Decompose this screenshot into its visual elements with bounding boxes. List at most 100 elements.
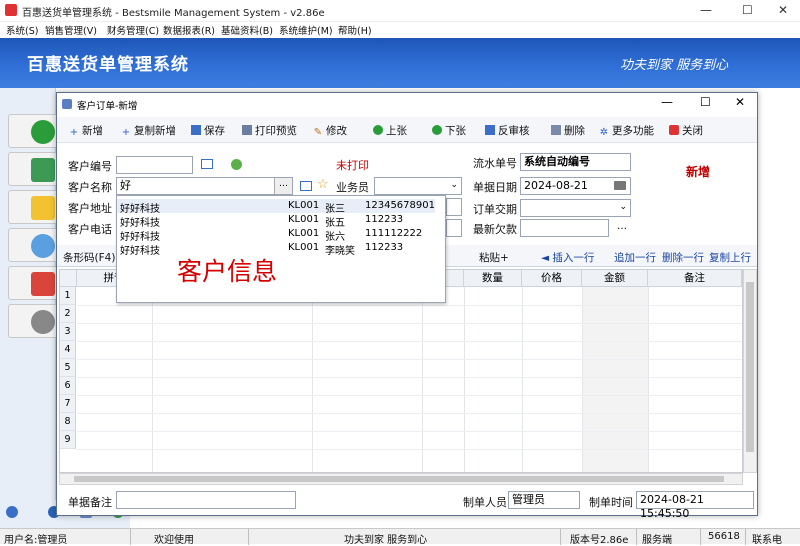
row-number: 2 <box>60 305 76 323</box>
refresh-icon[interactable] <box>231 159 242 170</box>
save-button[interactable]: 保存 <box>191 123 225 138</box>
prev-button[interactable]: 上张 <box>373 123 407 138</box>
customer-phone-label: 客户电话 <box>68 223 112 236</box>
customer-name-input[interactable]: 好 <box>116 177 293 195</box>
minimize-icon[interactable]: — <box>661 95 673 109</box>
menu-bar: 系统(S) 销售管理(V) 财务管理(C) 数据报表(R) 基础资料(B) 系统… <box>0 22 800 38</box>
vertical-scrollbar[interactable] <box>743 269 757 473</box>
append-row-button[interactable]: 追加一行 <box>614 250 656 265</box>
dialog-footer: 单据备注 制单人员 管理员 制单时间 2024-08-21 15:45:50 <box>57 487 757 520</box>
horizontal-scrollbar[interactable] <box>59 473 743 485</box>
delivery-label: 订单交期 <box>473 203 517 216</box>
insert-row-button[interactable]: ◄ 插入一行 <box>541 250 594 265</box>
col-amount[interactable]: 金额 <box>582 270 648 287</box>
printer-icon <box>242 125 252 135</box>
lookup-icon[interactable] <box>201 159 213 169</box>
time-label: 制单时间 <box>589 496 633 509</box>
status-bar: 用户名:管理员 欢迎使用 功夫到家 服务到心 版本号2.86e 服务端 5661… <box>0 528 800 546</box>
close-button[interactable]: 关闭 <box>669 123 703 138</box>
order-dialog: 客户订单-新增 — ☐ ✕ + 新增 + 复制新增 保存 打印预览 ✎ 修改 上张 下… <box>56 92 758 520</box>
suggest-overlay-label: 客户信息 <box>177 257 278 286</box>
menu-help[interactable]: 帮助(H) <box>338 23 372 37</box>
menu-sales[interactable]: 销售管理(V) <box>45 23 97 37</box>
scroll-thumb[interactable] <box>74 476 724 482</box>
paste-button[interactable]: 粘贴+ <box>479 250 509 265</box>
delivery-select[interactable]: ⌄ <box>520 199 631 217</box>
print-preview-button[interactable]: 打印预览 <box>242 123 297 138</box>
serial-label: 流水单号 <box>473 157 517 170</box>
search-icon <box>31 234 55 258</box>
serial-input[interactable]: 系统自动编号 <box>520 153 631 171</box>
copy-row-button[interactable]: 复制上行 <box>709 250 751 265</box>
phone-input-edge[interactable] <box>446 219 462 237</box>
status-port: 56618 <box>708 531 740 542</box>
row-number: 8 <box>60 413 76 431</box>
banner-title: 百惠送货单管理系统 <box>27 55 189 75</box>
windows-icon <box>31 158 55 182</box>
edit-button[interactable]: ✎ 修改 <box>313 123 347 138</box>
minimize-icon[interactable]: — <box>700 3 712 17</box>
maximize-icon[interactable]: ☐ <box>742 3 753 17</box>
copy-new-button[interactable]: + 复制新增 <box>121 123 176 138</box>
address-input-edge[interactable] <box>446 198 462 216</box>
window-titlebar: 百惠送货单管理系统 - Bestsmile Management System … <box>0 0 800 22</box>
new-button[interactable]: + 新增 <box>69 123 103 138</box>
star-icon[interactable]: ☆ <box>317 177 329 192</box>
next-button[interactable]: 下张 <box>432 123 466 138</box>
menu-system[interactable]: 系统(S) <box>6 23 38 37</box>
close-icon[interactable]: ✕ <box>778 3 788 17</box>
row-number: 1 <box>60 287 76 305</box>
mode-label: 新增 <box>686 165 711 179</box>
close-icon[interactable]: ✕ <box>735 95 745 109</box>
customer-code-label: 客户编号 <box>68 160 112 173</box>
menu-reports[interactable]: 数据报表(R) <box>163 23 215 37</box>
col-remark[interactable]: 备注 <box>648 270 742 287</box>
unapprove-button[interactable]: 反审核 <box>485 123 530 138</box>
gear-icon: ✲ <box>599 127 609 138</box>
check-icon <box>31 120 55 144</box>
folder-icon <box>31 196 55 220</box>
print-status: 未打印 <box>336 159 369 172</box>
salesperson-select[interactable]: ⌄ <box>374 177 462 195</box>
row-number: 3 <box>60 323 76 341</box>
barcode-label: 条形码(F4) <box>63 252 116 264</box>
plus-icon: + <box>69 127 79 138</box>
scroll-thumb[interactable] <box>746 282 754 452</box>
maximize-icon[interactable]: ☐ <box>700 95 711 109</box>
lookup-icon[interactable] <box>300 181 312 191</box>
row-number: 9 <box>60 431 76 449</box>
app-banner: 百惠送货单管理系统 功夫到家 服务到心 <box>0 38 800 88</box>
more-icon[interactable]: … <box>617 221 627 232</box>
row-number: 7 <box>60 395 76 413</box>
debt-label: 最新欠款 <box>473 223 517 236</box>
app-icon <box>5 4 17 16</box>
time-input: 2024-08-21 15:45:50 <box>636 491 754 520</box>
menu-basic-data[interactable]: 基础资料(B) <box>221 23 273 37</box>
debt-input[interactable] <box>520 219 609 237</box>
customer-name-label: 客户名称 <box>68 181 112 194</box>
col-price[interactable]: 价格 <box>522 270 582 287</box>
customer-suggest-list[interactable]: 好好科技 KL001 张三 12345678901 好好科技 KL001 张五 … <box>116 195 446 303</box>
delete-button[interactable]: 删除 <box>551 123 585 138</box>
customer-address-label: 客户地址 <box>68 202 112 215</box>
row-number: 6 <box>60 377 76 395</box>
ellipsis-button[interactable]: … <box>274 178 292 194</box>
menu-finance[interactable]: 财务管理(C) <box>107 23 159 37</box>
customer-code-input[interactable] <box>116 156 193 174</box>
col-quantity[interactable]: 数量 <box>464 270 522 287</box>
plus-icon: + <box>121 127 131 138</box>
info-icon[interactable] <box>6 506 18 518</box>
remark-input[interactable] <box>116 491 296 509</box>
row-number: 4 <box>60 341 76 359</box>
list-item[interactable]: 好好科技 KL001 张六 111112222 <box>117 227 435 243</box>
menu-maintenance[interactable]: 系统维护(M) <box>279 23 333 37</box>
unapprove-icon <box>485 125 495 135</box>
calendar-icon[interactable] <box>614 181 626 190</box>
list-item[interactable]: 好好科技 KL001 张五 112233 <box>117 213 435 229</box>
gear-icon <box>31 310 55 334</box>
chart-icon <box>31 272 55 296</box>
delete-row-button[interactable]: 删除一行 <box>662 250 704 265</box>
dialog-icon <box>62 99 72 109</box>
list-item[interactable]: 好好科技 KL001 张三 12345678901 <box>117 199 435 215</box>
more-button[interactable]: ✲ 更多功能 <box>599 123 654 138</box>
